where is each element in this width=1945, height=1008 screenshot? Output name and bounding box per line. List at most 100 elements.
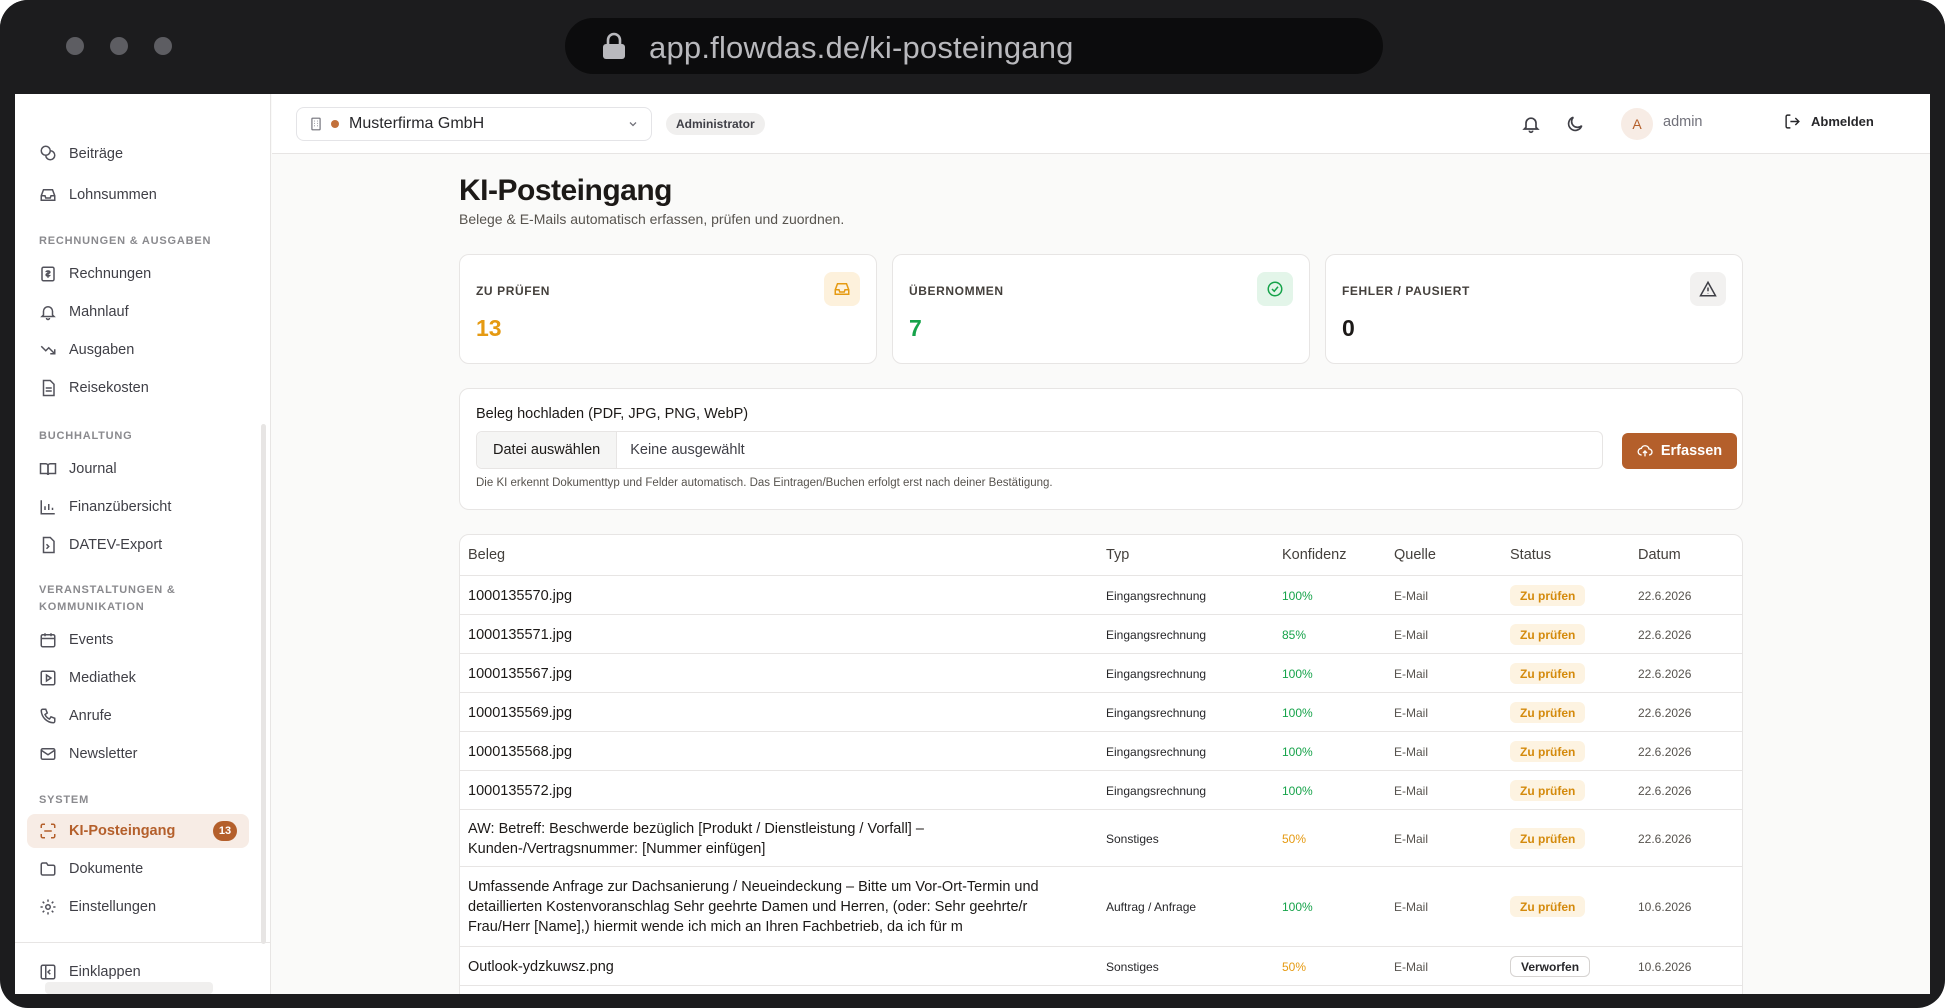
sidebar-item-label: Dokumente bbox=[69, 861, 144, 877]
sidebar-item-label: Mahnlauf bbox=[69, 304, 129, 320]
table-row[interactable]: 1000135568.jpg Eingangsrechnung 100% E-Mail… bbox=[460, 732, 1742, 771]
datum-cell: 22.6.2026 bbox=[1638, 667, 1692, 681]
table-row[interactable]: 1000135571.jpg Eingangsrechnung 85% E-Mail Z… bbox=[460, 615, 1742, 654]
window-zoom-dot[interactable] bbox=[154, 37, 172, 55]
stat-value: 0 bbox=[1342, 315, 1355, 341]
sidebar-item-mahnlauf[interactable]: Mahnlauf bbox=[27, 295, 249, 329]
status-cell: Zu prüfen bbox=[1510, 896, 1586, 917]
sidebar-item-label: Ausgaben bbox=[69, 342, 135, 358]
sidebar-scrollbar[interactable] bbox=[261, 424, 266, 944]
app-screen: Beiträge Lohnsummen RECHNUNGEN & AUSGABE… bbox=[15, 94, 1930, 994]
sidebar-item-lohnsummen[interactable]: Lohnsummen bbox=[27, 178, 249, 212]
column-header-datum[interactable]: Datum bbox=[1638, 547, 1681, 563]
datum-cell: 10.6.2026 bbox=[1638, 900, 1692, 914]
konfidenz-cell: 100% bbox=[1282, 745, 1313, 759]
column-header-beleg[interactable]: Beleg bbox=[468, 547, 505, 563]
table-row[interactable]: 1000135569.jpg Eingangsrechnung 100% E-Mail… bbox=[460, 693, 1742, 732]
panel-collapse-icon bbox=[40, 964, 56, 980]
beleg-cell: Umfassende Anfrage zur Dachsanierung / N… bbox=[468, 879, 1039, 935]
status-badge: Zu prüfen bbox=[1510, 896, 1586, 917]
sidebar-item-reisekosten[interactable]: Reisekosten bbox=[27, 371, 249, 405]
beleg-cell: 1000135567.jpg bbox=[468, 666, 573, 682]
column-header-status[interactable]: Status bbox=[1510, 547, 1551, 563]
logout-icon bbox=[1785, 114, 1800, 129]
status-badge: Zu prüfen bbox=[1510, 828, 1586, 849]
sidebar-item-mediathek[interactable]: Mediathek bbox=[27, 661, 249, 695]
stat-card-zu-pruefen[interactable]: ZU PRÜFEN 13 bbox=[459, 254, 877, 364]
status-badge: Zu prüfen bbox=[1510, 663, 1586, 684]
sidebar-item-label: Anrufe bbox=[69, 708, 112, 724]
beleg-cell: 1000135572.jpg bbox=[468, 783, 573, 799]
sidebar-item-einstellungen[interactable]: Einstellungen bbox=[27, 890, 249, 924]
moon-icon[interactable] bbox=[1565, 114, 1585, 134]
cloud-upload-icon bbox=[1637, 445, 1653, 457]
status-badge: Zu prüfen bbox=[1510, 624, 1586, 645]
stat-label: FEHLER / PAUSIERT bbox=[1342, 284, 1470, 298]
table-row[interactable]: AW: Betreff: Beschwerde bezüglich [Produ… bbox=[460, 810, 1742, 867]
choose-file-button[interactable]: Datei auswählen bbox=[477, 432, 618, 468]
table-row[interactable]: 1000135572.jpg Eingangsrechnung 100% E-Mail… bbox=[460, 771, 1742, 810]
konfidenz-cell: 85% bbox=[1282, 628, 1307, 642]
trending-down-icon bbox=[40, 345, 56, 355]
datum-cell: 22.6.2026 bbox=[1638, 832, 1692, 846]
window-close-dot[interactable] bbox=[66, 37, 84, 55]
logout-label: Abmelden bbox=[1811, 114, 1874, 129]
upload-card: Beleg hochladen (PDF, JPG, PNG, WebP) Da… bbox=[459, 388, 1743, 510]
sidebar-item-anrufe[interactable]: Anrufe bbox=[27, 699, 249, 733]
sidebar-item-events[interactable]: Events bbox=[27, 623, 249, 657]
column-header-typ[interactable]: Typ bbox=[1106, 547, 1129, 563]
gear-icon bbox=[40, 899, 56, 915]
status-badge: Zu prüfen bbox=[1510, 741, 1586, 762]
table-row[interactable]: Umfassende Anfrage zur Dachsanierung / N… bbox=[460, 867, 1742, 947]
window-minimize-dot[interactable] bbox=[110, 37, 128, 55]
sidebar-item-rechnungen[interactable]: Rechnungen bbox=[27, 257, 249, 291]
company-selector[interactable]: Musterfirma GmbH bbox=[296, 107, 652, 141]
inbox-table: Beleg Typ Konfidenz Quelle Status Datum … bbox=[459, 534, 1743, 994]
typ-cell: Eingangsrechnung bbox=[1106, 589, 1207, 603]
erfassen-button[interactable]: Erfassen bbox=[1622, 433, 1737, 469]
sidebar-item-datev-export[interactable]: DATEV-Export bbox=[27, 528, 249, 562]
status-cell: Zu prüfen bbox=[1510, 624, 1586, 645]
collapse-label: Einklappen bbox=[69, 964, 141, 980]
stat-card-uebernommen[interactable]: ÜBERNOMMEN 7 bbox=[892, 254, 1310, 364]
table-row[interactable]: 1000135570.jpg Eingangsrechnung 100% E-Mail… bbox=[460, 576, 1742, 615]
user-name[interactable]: admin bbox=[1663, 114, 1703, 130]
stat-label: ÜBERNOMMEN bbox=[909, 284, 1004, 298]
sidebar-item-dokumente[interactable]: Dokumente bbox=[27, 852, 249, 886]
address-bar[interactable]: app.flowdas.de/ki-posteingang bbox=[565, 18, 1383, 74]
table-row[interactable]: Outlook-ydzkuwsz.png Sonstiges 50% E-Mail Ve… bbox=[460, 947, 1742, 986]
bell-icon[interactable] bbox=[1521, 114, 1541, 134]
beleg-cell: 1000135569.jpg bbox=[468, 705, 573, 721]
sidebar-item-beitraege[interactable]: Beiträge bbox=[27, 138, 249, 162]
calendar-icon bbox=[40, 633, 56, 648]
sidebar-item-ausgaben[interactable]: Ausgaben bbox=[27, 333, 249, 367]
logout-button[interactable]: Abmelden bbox=[1784, 113, 1874, 130]
file-text-icon bbox=[42, 379, 55, 397]
column-header-konfidenz[interactable]: Konfidenz bbox=[1282, 547, 1347, 563]
play-square-icon bbox=[40, 670, 56, 686]
sidebar-section-title: BUCHHALTUNG bbox=[39, 430, 133, 442]
sidebar-item-ki-posteingang[interactable]: KI-Posteingang 13 bbox=[27, 814, 249, 848]
typ-cell: Eingangsrechnung bbox=[1106, 784, 1207, 798]
status-cell: Zu prüfen bbox=[1510, 828, 1586, 849]
konfidenz-cell: 100% bbox=[1282, 589, 1313, 603]
sidebar-item-label: Mediathek bbox=[69, 670, 136, 686]
konfidenz-cell: 50% bbox=[1282, 832, 1307, 846]
sidebar-item-finanzuebersicht[interactable]: Finanzübersicht bbox=[27, 490, 249, 524]
quelle-cell: E-Mail bbox=[1394, 628, 1429, 642]
sidebar: Beiträge Lohnsummen RECHNUNGEN & AUSGABE… bbox=[15, 94, 271, 994]
file-input[interactable]: Datei auswählen Keine ausgewählt bbox=[476, 431, 1603, 469]
sidebar-item-label: Finanzübersicht bbox=[69, 499, 172, 515]
avatar[interactable]: A bbox=[1621, 108, 1653, 140]
stat-card-fehler[interactable]: FEHLER / PAUSIERT 0 bbox=[1325, 254, 1743, 364]
sidebar-item-label: KI-Posteingang bbox=[69, 823, 176, 839]
sidebar-item-newsletter[interactable]: Newsletter bbox=[27, 737, 249, 771]
table-row[interactable]: 1000135567.jpg Eingangsrechnung 100% E-Mail… bbox=[460, 654, 1742, 693]
konfidenz-cell: 100% bbox=[1282, 900, 1313, 914]
column-header-quelle[interactable]: Quelle bbox=[1394, 547, 1436, 563]
file-status: Keine ausgewählt bbox=[630, 442, 745, 458]
page-subtitle: Belege & E-Mails automatisch erfassen, p… bbox=[459, 211, 845, 227]
coins-icon bbox=[40, 145, 56, 161]
sidebar-item-journal[interactable]: Journal bbox=[27, 452, 249, 486]
lock-icon bbox=[603, 32, 625, 59]
